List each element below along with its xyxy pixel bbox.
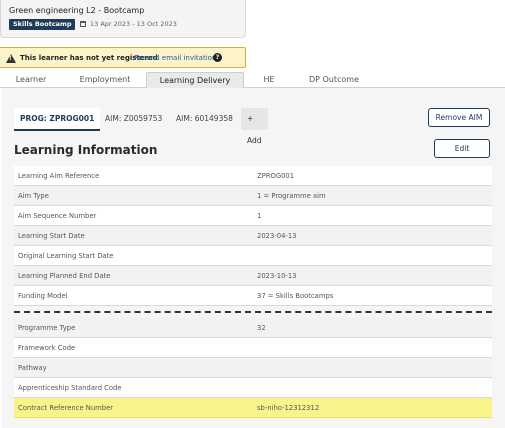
course-badge: Skills Bootcamp [9,19,76,30]
row-value: 37 = Skills Bootcamps [257,292,334,300]
row-pathway: Pathway [14,358,492,378]
row-label: Contract Reference Number [18,404,114,412]
row-value: 1 [257,212,262,220]
aim-tab-60149358[interactable]: AIM: 60149358 [176,108,233,130]
tab-he[interactable]: HE [248,72,290,88]
resend-invitation-link[interactable]: Resend email invitation [134,54,216,62]
tab-learner[interactable]: Learner [0,72,62,88]
row-original-learning-start-date: Original Learning Start Date [14,246,492,266]
registration-warning: This learner has not yet registered Rese… [0,47,246,68]
row-learning-aim-reference: Learning Aim Reference ZPROG001 [14,166,492,186]
row-label: Apprenticeship Standard Code [18,384,122,392]
row-funding-model: Funding Model 37 = Skills Bootcamps [14,286,492,306]
remove-aim-button[interactable]: Remove AIM [428,108,490,127]
tab-employment[interactable]: Employment [70,72,140,88]
row-value: 32 [257,324,266,332]
row-label: Funding Model [18,292,68,300]
row-apprenticeship-standard-code: Apprenticeship Standard Code [14,378,492,398]
main-tabs: Learner Employment Learning Delivery HE … [0,72,505,88]
add-aim-button[interactable]: + Add [241,108,268,145]
row-value: sb-niho-12312312 [257,404,320,412]
row-framework-code: Framework Code [14,338,492,358]
tab-dp-outcome[interactable]: DP Outcome [296,72,372,88]
row-contract-reference-number: Contract Reference Number sb-niho-123123… [14,398,492,418]
row-label: Aim Type [18,192,49,200]
row-learning-start-date: Learning Start Date 2023-04-13 [14,226,492,246]
calendar-icon [80,21,86,27]
course-card: Green engineering L2 - Bootcamp Skills B… [0,0,246,38]
row-label: Learning Start Date [18,232,85,240]
row-label: Programme Type [18,324,76,332]
row-label: Pathway [18,364,47,372]
section-title: Learning Information [14,143,158,157]
aim-tab-z0059753[interactable]: AIM: Z0059753 [105,108,162,130]
row-aim-type: Aim Type 1 = Programme aim [14,186,492,206]
tab-learning-delivery[interactable]: Learning Delivery [146,72,244,88]
row-label: Original Learning Start Date [18,252,114,260]
row-value: 1 = Programme aim [257,192,326,200]
aim-tab-prog[interactable]: PROG: ZPROG001 [14,108,101,131]
warning-icon [6,54,16,63]
row-learning-planned-end-date: Learning Planned End Date 2023-10-13 [14,266,492,286]
row-label: Learning Planned End Date [18,272,111,280]
row-value: ZPROG001 [257,172,295,180]
row-label: Learning Aim Reference [18,172,100,180]
row-value: 2023-04-13 [257,232,297,240]
course-title: Green engineering L2 - Bootcamp [9,6,145,15]
course-dates: 13 Apr 2023 - 13 Oct 2023 [90,20,177,28]
row-label: Framework Code [18,344,76,352]
row-value: 2023-10-13 [257,272,297,280]
help-icon[interactable]: ? [213,53,222,62]
row-label: Aim Sequence Number [18,212,97,220]
row-programme-type: Programme Type 32 [14,318,492,338]
edit-button[interactable]: Edit [434,139,490,158]
section-divider [14,311,492,313]
row-aim-sequence-number: Aim Sequence Number 1 [14,206,492,226]
